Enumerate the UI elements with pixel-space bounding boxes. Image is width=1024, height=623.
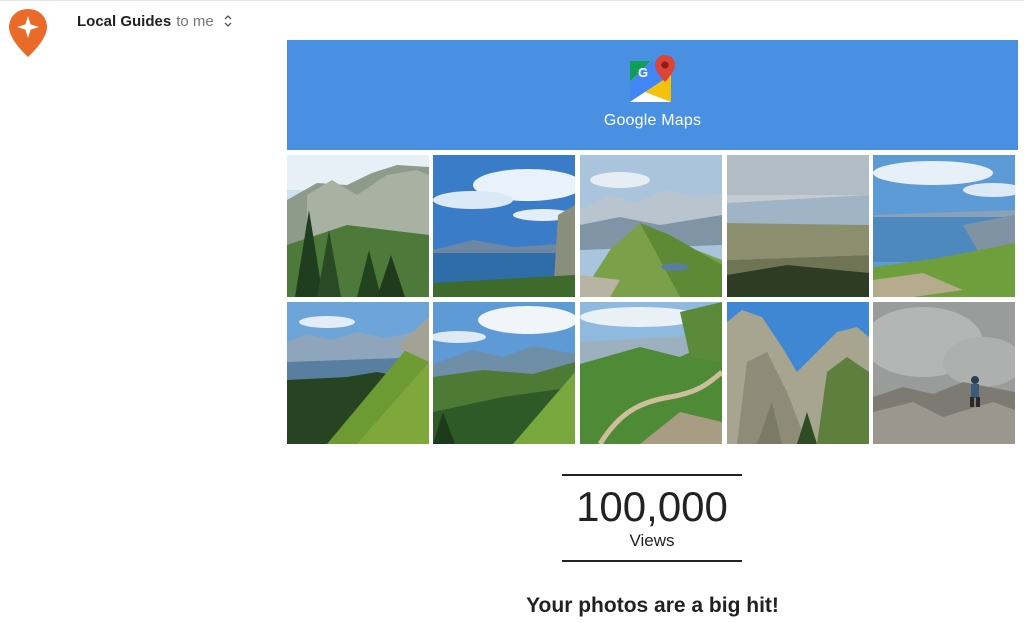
photo-tile-8[interactable] <box>580 302 722 444</box>
google-maps-icon: G <box>629 55 677 105</box>
google-maps-banner: G Google Maps <box>287 40 1018 150</box>
top-divider <box>0 0 1024 1</box>
photo-tile-9[interactable] <box>727 302 869 444</box>
stat-top-rule <box>562 474 742 476</box>
photo-tile-6[interactable] <box>287 302 429 444</box>
stat-bottom-rule <box>562 560 742 562</box>
views-label: Views <box>629 531 675 550</box>
expand-details-icon[interactable] <box>223 14 233 28</box>
sender-name[interactable]: Local Guides <box>77 13 171 30</box>
photo-grid <box>287 155 1018 445</box>
photo-tile-2[interactable] <box>433 155 575 297</box>
views-stat: 100,000 Views <box>562 474 742 563</box>
photo-tile-5[interactable] <box>873 155 1015 297</box>
google-maps-wordmark: Google Maps <box>603 112 702 129</box>
sender-row: Local Guides to me <box>77 11 233 31</box>
headline: Your photos are a big hit! <box>526 594 779 617</box>
sender-avatar-icon[interactable] <box>8 8 48 58</box>
photo-tile-1[interactable] <box>287 155 429 297</box>
recipient-label: to me <box>176 12 214 30</box>
views-count: 100,000 <box>576 483 728 530</box>
photo-tile-7[interactable] <box>433 302 575 444</box>
photo-tile-10[interactable] <box>873 302 1015 444</box>
svg-text:G: G <box>638 65 648 80</box>
photo-tile-4[interactable] <box>727 155 869 297</box>
photo-tile-3[interactable] <box>580 155 722 297</box>
